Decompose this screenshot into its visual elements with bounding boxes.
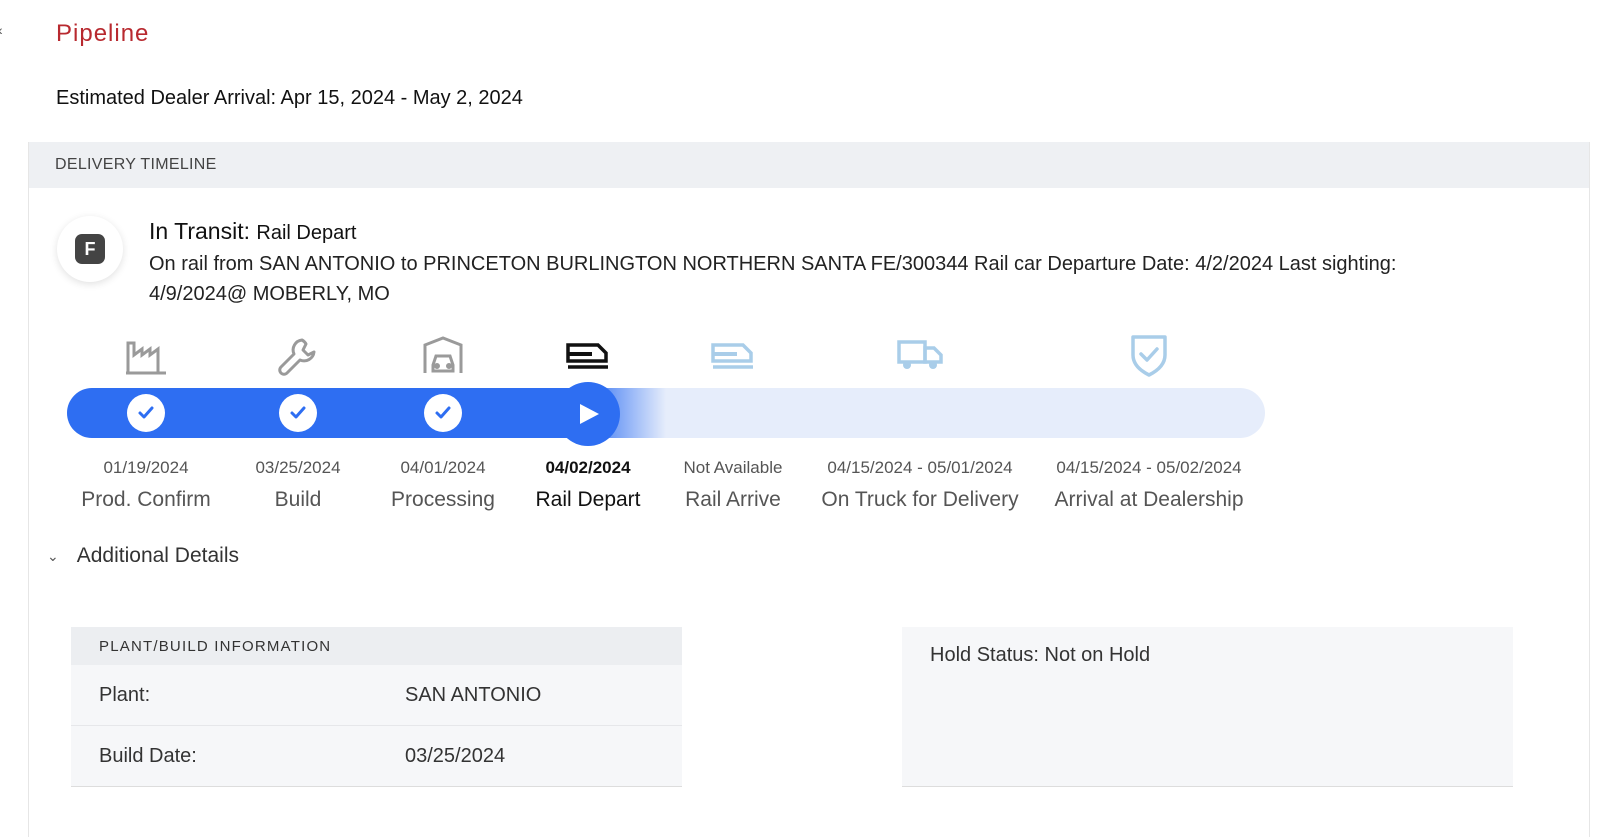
stage-label: On Truck for Delivery (821, 488, 1019, 511)
brand-letter: F (75, 234, 105, 264)
stage-on-truck: 04/15/2024 - 05/01/2024 On Truck for Del… (810, 332, 1030, 511)
page-title: Pipeline (56, 20, 150, 47)
stage-date: 04/15/2024 - 05/01/2024 (827, 458, 1013, 477)
stage-complete-check-icon (424, 394, 462, 432)
plant-row: Plant: SAN ANTONIO (71, 665, 682, 726)
status-description: On rail from SAN ANTONIO to PRINCETON BU… (149, 253, 1397, 305)
collapse-caret-icon[interactable]: ‹ (0, 22, 3, 38)
brand-logo: F (57, 216, 123, 282)
progress-track (67, 388, 1265, 438)
stage-complete-check-icon (279, 394, 317, 432)
additional-details-toggle[interactable]: ⌄ Additional Details (47, 544, 239, 568)
stage-date: 04/15/2024 - 05/02/2024 (1056, 458, 1242, 477)
build-date-row: Build Date: 03/25/2024 (71, 726, 682, 787)
status-stage: Rail Depart (256, 222, 357, 244)
plant-key: Plant: (99, 683, 151, 706)
stage-arrival-dealership: 04/15/2024 - 05/02/2024 Arrival at Deale… (1039, 332, 1259, 511)
build-date-value: 03/25/2024 (405, 745, 506, 767)
hold-status: Hold Status: Not on Hold (930, 644, 1151, 666)
plant-build-panel: PLANT/BUILD INFORMATION Plant: SAN ANTON… (71, 627, 682, 787)
plant-value: SAN ANTONIO (405, 683, 542, 706)
current-stage-play-icon (556, 382, 620, 446)
chevron-down-icon: ⌄ (47, 547, 59, 564)
truck-icon (810, 332, 1030, 378)
delivery-timeline-card: DELIVERY TIMELINE F In Transit: Rail Dep… (28, 142, 1590, 837)
delivery-timeline-header: DELIVERY TIMELINE (29, 142, 1589, 188)
plant-build-title: PLANT/BUILD INFORMATION (71, 627, 682, 665)
additional-details-label: Additional Details (76, 544, 239, 567)
estimated-arrival: Estimated Dealer Arrival: Apr 15, 2024 -… (56, 87, 523, 109)
status-label: In Transit: (149, 218, 250, 244)
build-date-key: Build Date: (99, 745, 197, 767)
shield-check-icon (1039, 332, 1259, 378)
status-line: In Transit: Rail Depart (149, 218, 356, 245)
stage-complete-check-icon (127, 394, 165, 432)
stage-label: Arrival at Dealership (1054, 488, 1244, 511)
hold-status-panel: Hold Status: Not on Hold (902, 627, 1513, 787)
